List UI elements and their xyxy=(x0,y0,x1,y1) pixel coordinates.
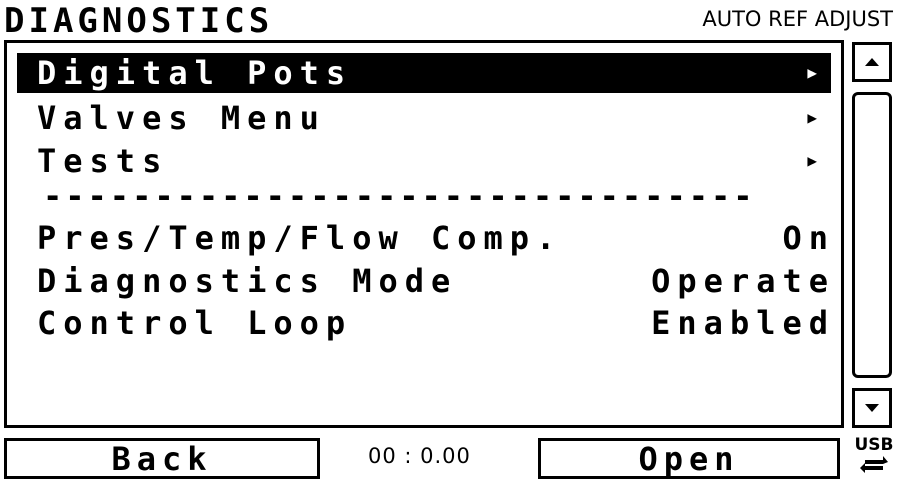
menu-item-label: Valves Menu xyxy=(37,99,326,137)
usb-transfer-icon xyxy=(860,456,888,473)
submenu-arrow-icon: ▶ xyxy=(807,63,817,82)
setting-value: Operate xyxy=(651,262,835,300)
mode-indicator: AUTO REF ADJUST xyxy=(702,7,893,31)
setting-pres-temp-flow-comp[interactable]: Pres/Temp/Flow Comp. On xyxy=(37,218,841,258)
setting-label: Diagnostics Mode xyxy=(37,262,458,300)
scroll-track[interactable] xyxy=(852,92,892,378)
setting-diagnostics-mode[interactable]: Diagnostics Mode Operate xyxy=(37,261,841,301)
setting-control-loop[interactable]: Control Loop Enabled xyxy=(37,303,841,343)
menu-panel: Digital Pots ▶ Valves Menu ▶ Tests ▶ ---… xyxy=(4,40,844,428)
submenu-arrow-icon: ▶ xyxy=(807,108,817,127)
menu-item-label: Tests xyxy=(37,142,169,180)
open-button[interactable]: Open xyxy=(538,438,840,479)
scroll-down-button[interactable] xyxy=(852,388,892,428)
menu-item-label: Digital Pots xyxy=(37,54,353,92)
triangle-up-icon xyxy=(865,58,879,66)
usb-label: USB xyxy=(854,435,894,455)
menu-item-digital-pots[interactable]: Digital Pots ▶ xyxy=(17,53,831,93)
submenu-arrow-icon: ▶ xyxy=(807,151,817,170)
setting-value: On xyxy=(782,219,835,257)
menu-divider: -------------------------------- xyxy=(43,181,756,211)
usb-indicator: USB xyxy=(850,436,898,480)
back-button[interactable]: Back xyxy=(4,438,320,479)
timer-readout: 00 : 0.00 xyxy=(368,444,471,468)
scroll-up-button[interactable] xyxy=(852,42,892,82)
page-title: DIAGNOSTICS xyxy=(4,1,274,41)
setting-value: Enabled xyxy=(651,304,835,342)
menu-item-tests[interactable]: Tests ▶ xyxy=(37,141,841,181)
menu-item-valves-menu[interactable]: Valves Menu ▶ xyxy=(37,98,841,138)
setting-label: Control Loop xyxy=(37,304,353,342)
setting-label: Pres/Temp/Flow Comp. xyxy=(37,219,563,257)
triangle-down-icon xyxy=(865,404,879,412)
scrollbar[interactable] xyxy=(848,40,896,428)
